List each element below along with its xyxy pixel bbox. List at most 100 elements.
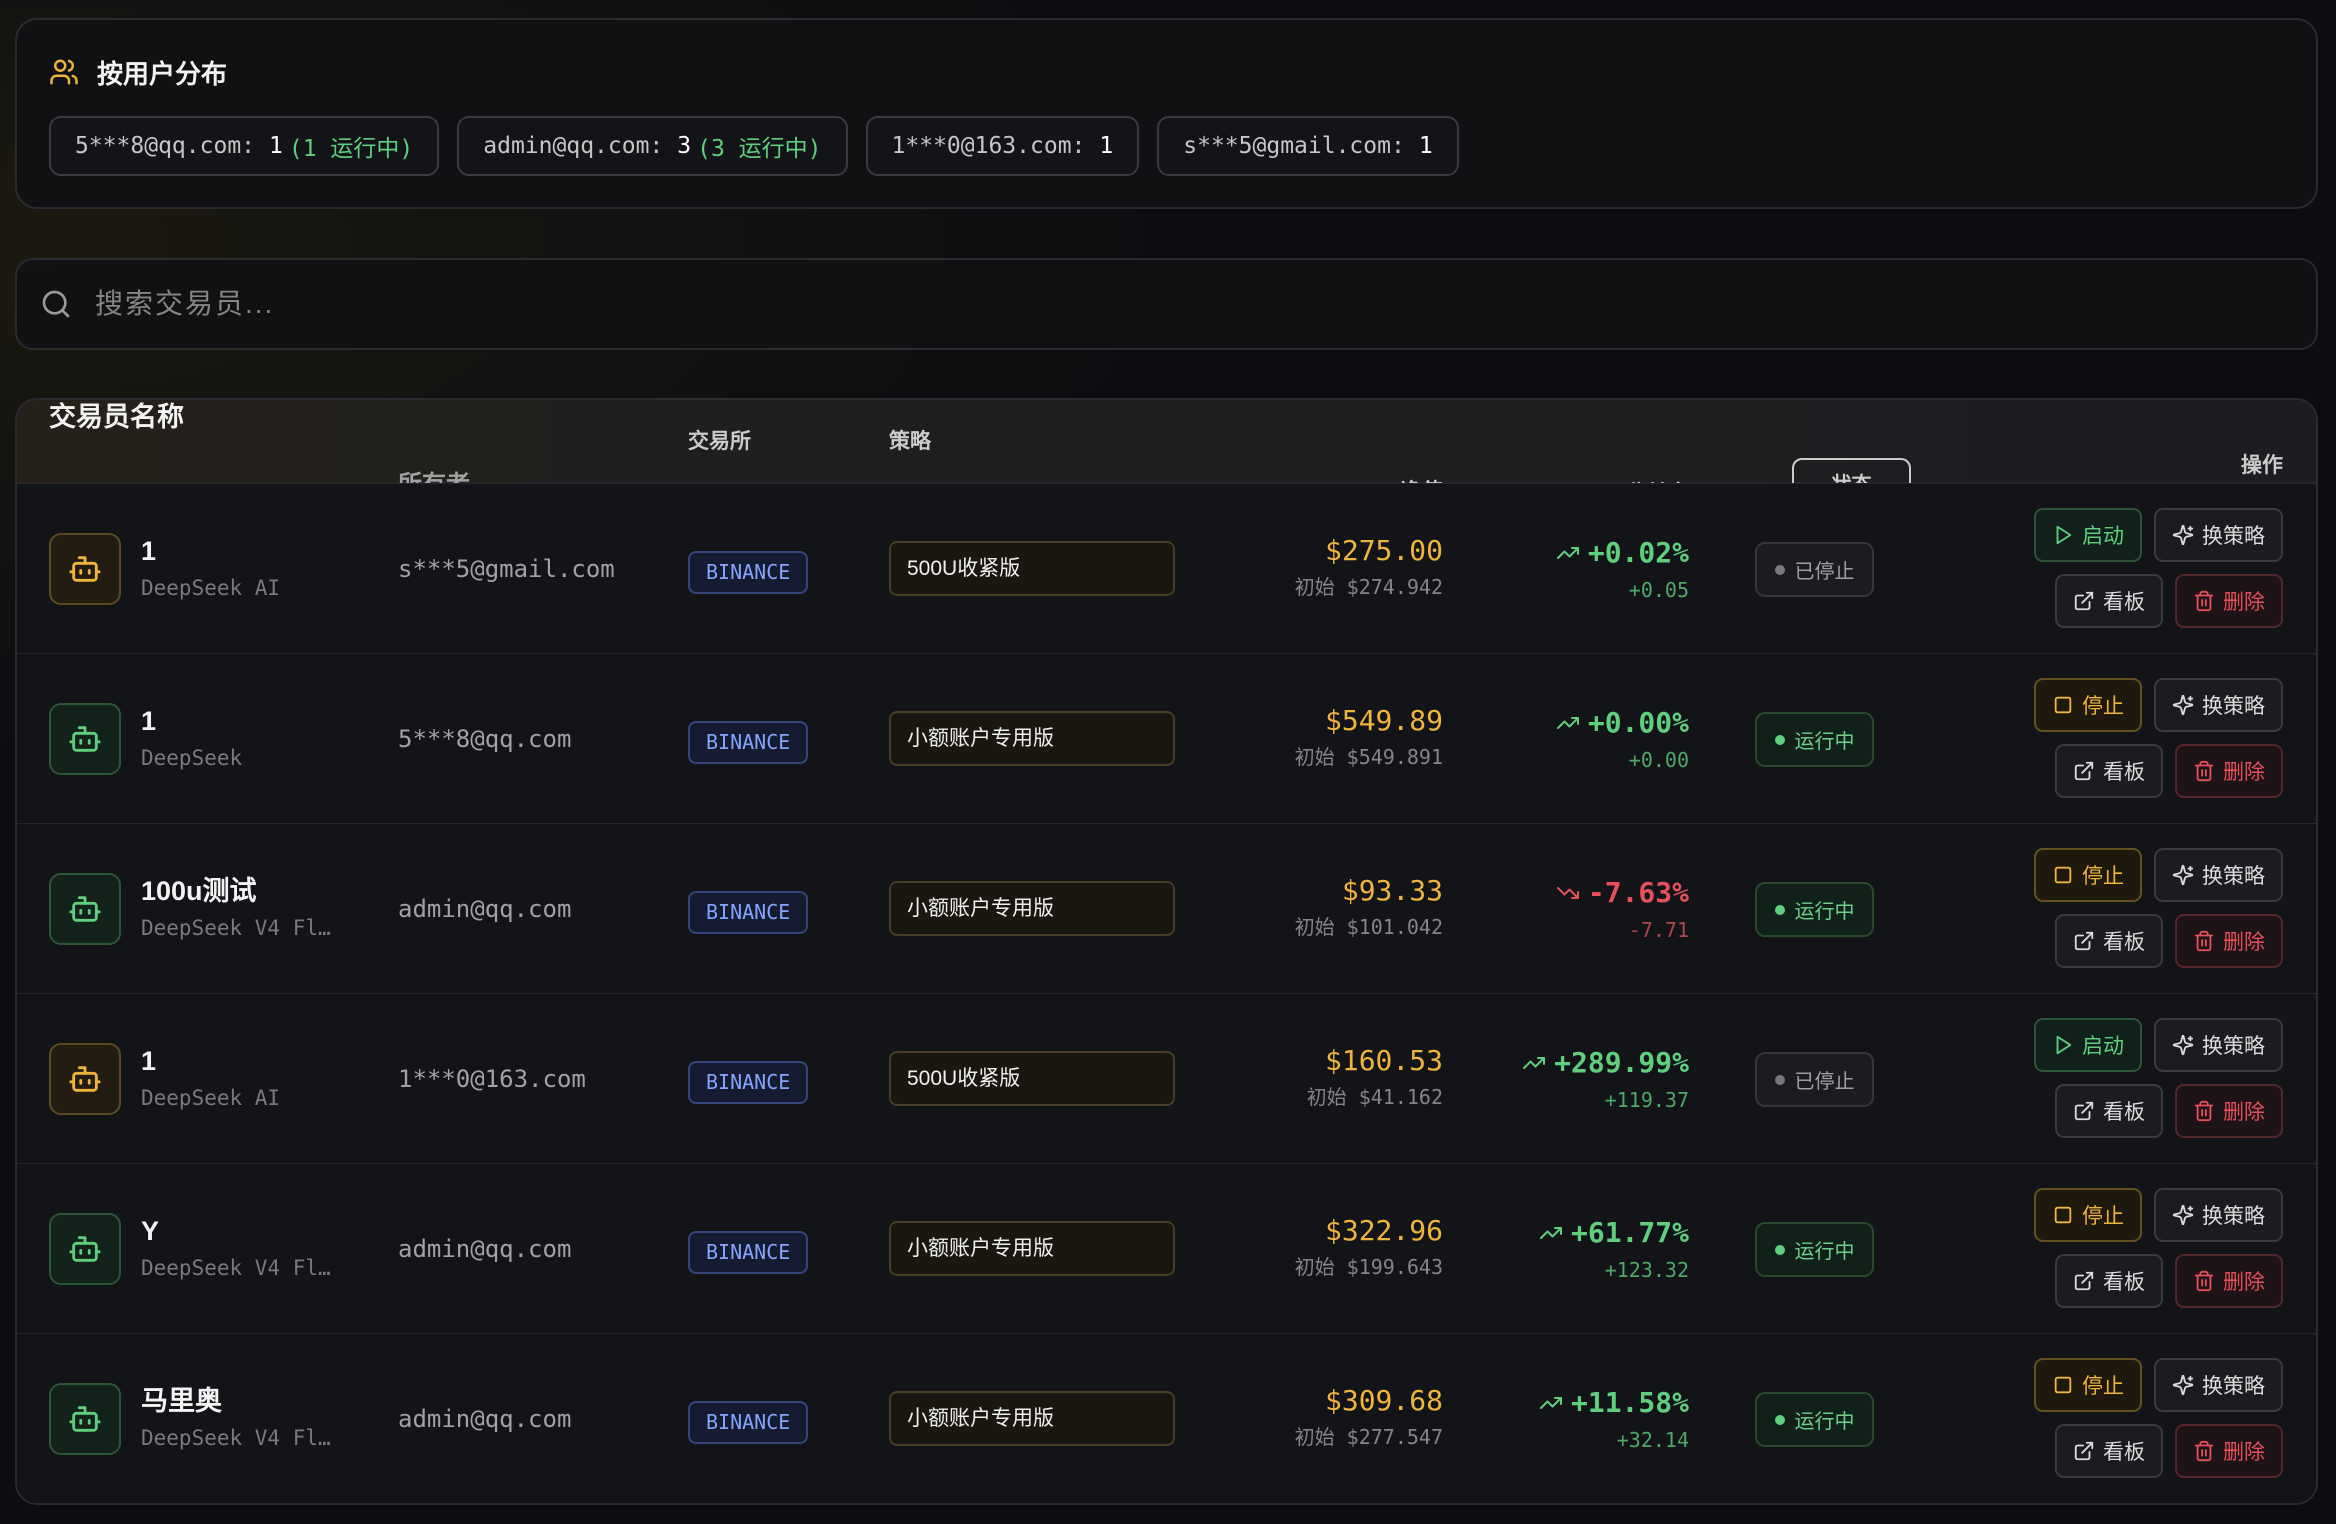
exchange-badge: BINANCE: [688, 891, 809, 934]
user-chip-running: (3 运行中): [697, 136, 822, 162]
user-chip-count: 1: [269, 133, 283, 159]
switch-strategy-button[interactable]: 换策略: [2154, 1188, 2283, 1242]
header-trader-name: 交易员名称: [49, 402, 184, 432]
user-chip-list: 5***8@qq.com: 1 (1 运行中) admin@qq.com: 3 …: [49, 116, 1459, 176]
strategy-select[interactable]: 小额账户专用版: [889, 881, 1175, 936]
net-value-cell: $549.89 初始 $549.891: [1295, 704, 1443, 772]
return-cell: +289.99% +119.37: [1522, 1046, 1689, 1115]
net-value-cell: $275.00 初始 $274.942: [1295, 534, 1443, 602]
status-badge: 运行中: [1755, 712, 1874, 767]
delete-button[interactable]: 删除: [2175, 1084, 2283, 1138]
delete-button[interactable]: 删除: [2175, 914, 2283, 968]
status-label: 运行中: [1794, 1241, 1855, 1263]
row-actions-top: 停止 换策略: [2034, 678, 2283, 732]
delete-button[interactable]: 删除: [2175, 574, 2283, 628]
row-actions: 停止 换策略 看板 删除: [2034, 848, 2283, 968]
switch-strategy-button[interactable]: 换策略: [2154, 1018, 2283, 1072]
users-icon: [49, 57, 79, 87]
dashboard-label: 看板: [2103, 1441, 2145, 1464]
dashboard-button[interactable]: 看板: [2055, 1084, 2163, 1138]
switch-strategy-button[interactable]: 换策略: [2154, 678, 2283, 732]
user-chip[interactable]: 5***8@qq.com: 1 (1 运行中): [49, 116, 440, 176]
row-actions: 停止 换策略 看板 删除: [2034, 1358, 2283, 1478]
pnl-value: +123.32: [1604, 1258, 1689, 1282]
trader-name: Y: [141, 1216, 160, 1246]
switch-strategy-button[interactable]: 换策略: [2154, 508, 2283, 562]
initial-value: 初始 $41.162: [1306, 1085, 1443, 1109]
search-bar: [15, 258, 2318, 350]
bot-icon: [68, 1232, 102, 1266]
return-percent: +61.77%: [1570, 1216, 1689, 1249]
dashboard-button[interactable]: 看板: [2055, 1254, 2163, 1308]
external-link-icon: [2073, 1270, 2095, 1292]
table-header: 交易员名称 所有者 交易所 策略 净值 收益率 状态 操作: [17, 400, 2316, 513]
switch-strategy-label: 换策略: [2202, 525, 2265, 548]
dashboard-button[interactable]: 看板: [2055, 914, 2163, 968]
status-badge: 已停止: [1755, 542, 1874, 597]
exchange-badge: BINANCE: [688, 721, 809, 764]
trending-up-icon: [1556, 541, 1580, 565]
strategy-select[interactable]: 500U收紧版: [889, 1051, 1175, 1106]
strategy-select[interactable]: 小额账户专用版: [889, 1221, 1175, 1276]
trash-icon: [2193, 930, 2215, 952]
dashboard-button[interactable]: 看板: [2055, 1424, 2163, 1478]
traders-table: 交易员名称 所有者 交易所 策略 净值 收益率 状态 操作 1 DeepSeek…: [15, 398, 2318, 1505]
trash-icon: [2193, 1440, 2215, 1462]
row-actions-top: 停止 换策略: [2034, 1188, 2283, 1242]
strategy-select[interactable]: 小额账户专用版: [889, 711, 1175, 766]
exchange-badge: BINANCE: [688, 1401, 809, 1444]
row-actions-top: 启动 换策略: [2034, 508, 2283, 562]
net-value: $160.53: [1324, 1044, 1443, 1077]
toggle-run-button[interactable]: 启动: [2034, 1018, 2142, 1072]
status-dot: [1774, 1074, 1785, 1085]
dashboard-button[interactable]: 看板: [2055, 744, 2163, 798]
delete-label: 删除: [2223, 931, 2265, 954]
toggle-run-button[interactable]: 停止: [2034, 1188, 2142, 1242]
strategy-select[interactable]: 小额账户专用版: [889, 1391, 1175, 1446]
exchange-badge: BINANCE: [688, 551, 809, 594]
status-badge: 已停止: [1755, 1052, 1874, 1107]
trader-name-cell: 1 DeepSeek: [141, 704, 366, 773]
initial-value: 初始 $277.547: [1294, 1425, 1443, 1449]
net-value: $549.89: [1324, 704, 1443, 737]
switch-strategy-button[interactable]: 换策略: [2154, 848, 2283, 902]
status-label: 已停止: [1794, 1071, 1855, 1093]
delete-button[interactable]: 删除: [2175, 1424, 2283, 1478]
return-percent: +11.58%: [1570, 1386, 1689, 1419]
status-dot: [1774, 564, 1785, 575]
user-chip[interactable]: s***5@gmail.com: 1: [1157, 116, 1459, 176]
user-chip-count: 1: [1099, 133, 1114, 159]
toggle-run-button[interactable]: 停止: [2034, 848, 2142, 902]
status-label: 运行中: [1794, 1411, 1855, 1433]
status-dot: [1774, 1244, 1785, 1255]
net-value-cell: $309.68 初始 $277.547: [1295, 1384, 1443, 1452]
trader-name: 1: [141, 1046, 157, 1076]
dashboard-button[interactable]: 看板: [2055, 574, 2163, 628]
delete-button[interactable]: 删除: [2175, 744, 2283, 798]
toggle-run-button[interactable]: 停止: [2034, 678, 2142, 732]
user-chip[interactable]: 1***0@163.com: 1: [865, 116, 1140, 176]
trader-name-cell: 1 DeepSeek AI: [141, 1044, 366, 1113]
dashboard-label: 看板: [2103, 591, 2145, 614]
trader-model: DeepSeek V4 Fl…: [141, 1256, 331, 1280]
status-badge: 运行中: [1755, 882, 1874, 937]
status-label: 运行中: [1794, 901, 1855, 923]
trader-avatar: [49, 1213, 121, 1285]
strategy-select[interactable]: 500U收紧版: [889, 541, 1175, 596]
return-percent: +289.99%: [1554, 1046, 1689, 1079]
user-chip[interactable]: admin@qq.com: 3 (3 运行中): [457, 116, 848, 176]
toggle-run-button[interactable]: 启动: [2034, 508, 2142, 562]
status-dot: [1774, 1414, 1785, 1425]
square-icon: [2052, 864, 2074, 886]
table-row: 1 DeepSeek AI s***5@gmail.com BINANCE 50…: [17, 483, 2316, 653]
delete-button[interactable]: 删除: [2175, 1254, 2283, 1308]
external-link-icon: [2073, 760, 2095, 782]
return-cell: +61.77% +123.32: [1539, 1216, 1689, 1285]
row-actions-bottom: 看板 删除: [2055, 914, 2283, 968]
row-actions-bottom: 看板 删除: [2055, 1424, 2283, 1478]
toggle-run-button[interactable]: 停止: [2034, 1358, 2142, 1412]
pnl-value: -7.71: [1628, 918, 1689, 942]
external-link-icon: [2073, 930, 2095, 952]
search-input[interactable]: [95, 260, 2295, 348]
switch-strategy-button[interactable]: 换策略: [2154, 1358, 2283, 1412]
